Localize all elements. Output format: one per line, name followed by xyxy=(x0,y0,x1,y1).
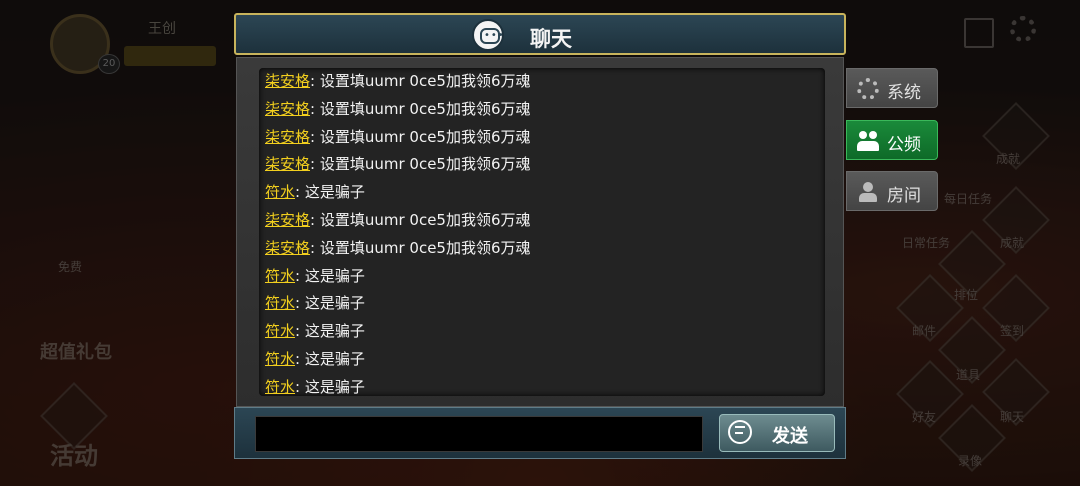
message-text: : 这是骗子 xyxy=(295,349,365,368)
chat-bubble-icon: ••• xyxy=(472,19,504,51)
chat-title: 聊天 xyxy=(530,27,572,51)
chat-message: 符水: 这是骗子 xyxy=(259,290,825,318)
message-list[interactable]: 柒安格: 设置填uumr 0ce5加我领6万魂 柒安格: 设置填uumr 0ce5… xyxy=(259,68,825,396)
chat-message: 柒安格: 设置填uumr 0ce5加我领6万魂 xyxy=(259,207,825,235)
message-sender[interactable]: 符水 xyxy=(265,267,295,285)
message-sender[interactable]: 柒安格 xyxy=(265,211,310,229)
message-sender[interactable]: 符水 xyxy=(265,350,295,368)
message-sender[interactable]: 柒安格 xyxy=(265,72,310,90)
message-text: : 这是骗子 xyxy=(295,294,365,313)
chat-message: 符水: 这是骗子 xyxy=(259,318,825,346)
chat-header: ••• 聊天 xyxy=(234,13,846,55)
message-sender[interactable]: 柒安格 xyxy=(265,239,310,257)
chat-message: 符水: 这是骗子 xyxy=(259,346,825,374)
gear-icon xyxy=(857,78,879,100)
chat-panel: ••• 聊天 柒安格: 设置填uumr 0ce5加我领6万魂 柒安格: 设置填uu… xyxy=(234,13,846,459)
message-text: : 设置填uumr 0ce5加我领6万魂 xyxy=(310,155,531,174)
chat-input[interactable] xyxy=(255,416,703,452)
message-text: : 设置填uumr 0ce5加我领6万魂 xyxy=(310,210,531,229)
tab-room[interactable]: 房间 xyxy=(846,171,938,211)
tab-room-label: 房间 xyxy=(887,186,921,206)
chat-message: 柒安格: 设置填uumr 0ce5加我领6万魂 xyxy=(259,151,825,179)
people-icon xyxy=(857,130,879,152)
chat-message: 符水: 这是骗子 xyxy=(259,263,825,291)
message-sender[interactable]: 柒安格 xyxy=(265,100,310,118)
message-text: : 设置填uumr 0ce5加我领6万魂 xyxy=(310,238,531,257)
message-text: : 设置填uumr 0ce5加我领6万魂 xyxy=(310,127,531,146)
tab-system[interactable]: 系统 xyxy=(846,68,938,108)
message-sender[interactable]: 柒安格 xyxy=(265,128,310,146)
message-text: : 这是骗子 xyxy=(295,377,365,396)
message-sender[interactable]: 符水 xyxy=(265,183,295,201)
message-sender[interactable]: 符水 xyxy=(265,378,295,396)
chat-body: 柒安格: 设置填uumr 0ce5加我领6万魂 柒安格: 设置填uumr 0ce5… xyxy=(236,57,844,407)
chat-input-bar: 发送 xyxy=(234,407,846,459)
chat-message: 柒安格: 设置填uumr 0ce5加我领6万魂 xyxy=(259,235,825,263)
chat-message: 符水: 这是骗子 xyxy=(259,374,825,396)
tab-public-label: 公频 xyxy=(887,135,921,155)
chat-message: 柒安格: 设置填uumr 0ce5加我领6万魂 xyxy=(259,124,825,152)
message-sender[interactable]: 柒安格 xyxy=(265,155,310,173)
send-chat-icon xyxy=(728,420,752,444)
chat-message: 柒安格: 设置填uumr 0ce5加我领6万魂 xyxy=(259,68,825,96)
message-text: : 设置填uumr 0ce5加我领6万魂 xyxy=(310,72,531,90)
message-text: : 这是骗子 xyxy=(295,183,365,202)
message-text: : 这是骗子 xyxy=(295,266,365,285)
tab-system-label: 系统 xyxy=(887,83,921,103)
send-button[interactable]: 发送 xyxy=(719,414,835,452)
message-sender[interactable]: 符水 xyxy=(265,322,295,340)
message-sender[interactable]: 符水 xyxy=(265,294,295,312)
chat-message: 符水: 这是骗子 xyxy=(259,179,825,207)
message-text: : 这是骗子 xyxy=(295,322,365,341)
person-icon xyxy=(857,181,879,203)
chat-message: 柒安格: 设置填uumr 0ce5加我领6万魂 xyxy=(259,96,825,124)
message-text: : 设置填uumr 0ce5加我领6万魂 xyxy=(310,99,531,118)
tab-public[interactable]: 公频 xyxy=(846,120,938,160)
send-button-label: 发送 xyxy=(772,426,808,447)
